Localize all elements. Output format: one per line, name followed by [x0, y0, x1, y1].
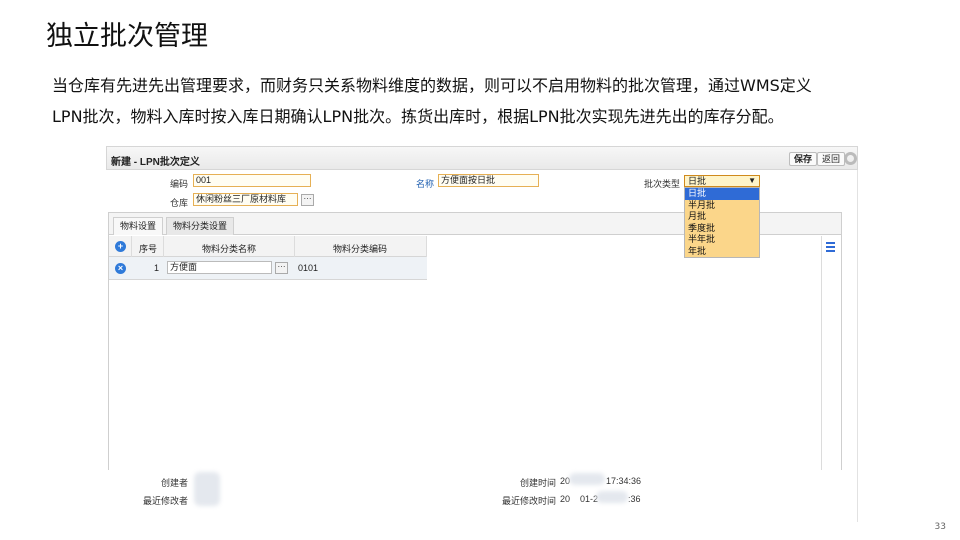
- batch-type-select[interactable]: 日批 ▼: [684, 175, 760, 187]
- option-half-month[interactable]: 半月批: [685, 200, 759, 212]
- name-label: 名称: [415, 179, 434, 189]
- modified-time-end: :36: [628, 494, 641, 504]
- code-label: 编码: [169, 179, 188, 189]
- cell-category-name-input[interactable]: 方便面: [167, 261, 272, 274]
- cell-category-code: 0101: [298, 263, 319, 273]
- chevron-down-icon: ▼: [748, 176, 756, 185]
- batch-type-selected: 日批: [688, 176, 707, 186]
- app-window: 新建 - LPN批次定义 保存 返回 编码 001 名称 方便面按日批 批次类型…: [106, 146, 858, 522]
- warehouse-lookup-button[interactable]: ···: [301, 194, 314, 206]
- category-lookup-button[interactable]: ···: [275, 262, 288, 274]
- add-row-icon[interactable]: +: [115, 241, 126, 252]
- header-category-name: 物料分类名称: [201, 244, 256, 254]
- tab-material-settings[interactable]: 物料设置: [113, 217, 164, 235]
- modifier-label: 最近修改者: [142, 496, 188, 506]
- slide-title: 独立批次管理: [46, 21, 208, 52]
- paragraph-line-1: 当仓库有先进先出管理要求，而财务只关系物料维度的数据，则可以不启用物料的批次管理…: [52, 76, 812, 95]
- creator-label: 创建者: [160, 478, 188, 488]
- option-month[interactable]: 月批: [685, 211, 759, 223]
- header-category-code: 物料分类编码: [332, 244, 387, 254]
- slide-paragraph: 当仓库有先进先出管理要求，而财务只关系物料维度的数据，则可以不启用物料的批次管理…: [52, 70, 922, 132]
- created-time-label: 创建时间: [519, 478, 556, 488]
- option-quarter[interactable]: 季度批: [685, 223, 759, 235]
- header-seq: 序号: [138, 244, 157, 254]
- category-grid: + 序号 物料分类名称 物料分类编码 × 1 方便面 ··· 0101: [109, 236, 821, 470]
- modified-time-start: 20: [560, 494, 571, 504]
- back-button[interactable]: 返回: [817, 152, 846, 166]
- option-half-year[interactable]: 半年批: [685, 234, 759, 246]
- option-day[interactable]: 日批: [685, 188, 759, 200]
- grid-header: + 序号 物料分类名称 物料分类编码: [109, 236, 427, 257]
- save-button[interactable]: 保存: [789, 152, 818, 166]
- delete-row-icon[interactable]: ×: [115, 263, 126, 274]
- redacted-time-blur: [569, 473, 605, 485]
- page-number: 33: [934, 522, 946, 532]
- batch-type-label: 批次类型: [643, 179, 680, 189]
- window-title: 新建 - LPN批次定义: [111, 157, 200, 168]
- table-row[interactable]: × 1 方便面 ··· 0101: [109, 257, 427, 280]
- paragraph-line-2: LPN批次，物料入库时按入库日期确认LPN批次。拣货出库时，根据LPN批次实现先…: [52, 107, 784, 126]
- grid-side-toolbar: [821, 236, 841, 470]
- warehouse-label: 仓库: [169, 198, 188, 208]
- code-input[interactable]: 001: [193, 174, 311, 187]
- redacted-user-blur: [194, 472, 220, 506]
- warehouse-input[interactable]: 休闲粉丝三厂原材料库: [193, 193, 298, 206]
- batch-type-dropdown: 日批 半月批 月批 季度批 半年批 年批: [684, 187, 760, 258]
- option-year[interactable]: 年批: [685, 246, 759, 258]
- modified-time-label: 最近修改时间: [501, 496, 556, 506]
- name-input[interactable]: 方便面按日批: [438, 174, 539, 187]
- window-titlebar: 新建 - LPN批次定义 保存 返回: [106, 146, 858, 170]
- redacted-time-blur: [596, 491, 628, 503]
- cell-seq: 1: [153, 263, 159, 273]
- gear-icon[interactable]: [844, 152, 857, 165]
- tab-category-settings[interactable]: 物料分类设置: [166, 217, 235, 235]
- column-settings-icon[interactable]: [826, 242, 838, 252]
- created-time-end: 17:34:36: [606, 476, 642, 486]
